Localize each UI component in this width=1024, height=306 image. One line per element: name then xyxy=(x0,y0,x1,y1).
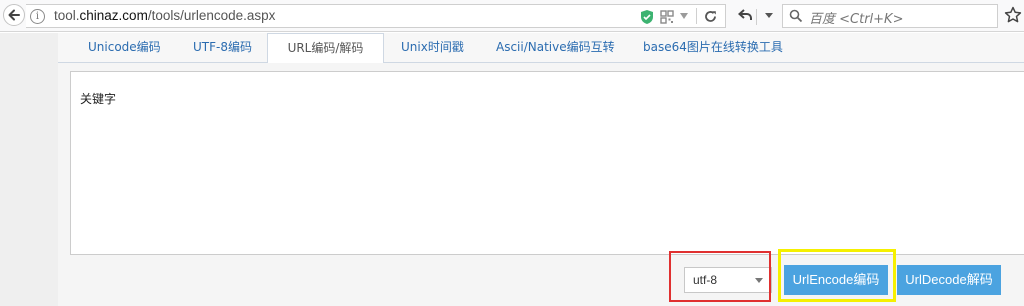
back-button[interactable] xyxy=(3,4,25,26)
tab-base64-image[interactable]: base64图片在线转换工具 xyxy=(643,33,783,63)
url-decode-button[interactable]: UrlDecode解码 xyxy=(897,265,1001,295)
input-textarea[interactable]: 关键字 xyxy=(70,71,1024,255)
url-path: /tools/urlencode.aspx xyxy=(147,8,276,23)
tab-url-encode[interactable]: URL编码/解码 xyxy=(267,33,384,64)
qr-code-icon[interactable] xyxy=(660,10,674,24)
tab-unix-timestamp[interactable]: Unix时间戳 xyxy=(401,33,464,63)
tab-utf8[interactable]: UTF-8编码 xyxy=(193,33,252,63)
reload-icon[interactable] xyxy=(703,9,718,24)
tool-tabs: Unicode编码 UTF-8编码 URL编码/解码 Unix时间戳 Ascii… xyxy=(58,33,1024,64)
info-icon[interactable]: i xyxy=(30,9,45,24)
input-text: 关键字 xyxy=(80,92,117,106)
undo-icon[interactable] xyxy=(738,8,754,22)
browser-toolbar: i tool.chinaz.com/tools/urlencode.aspx 百… xyxy=(0,0,1024,32)
highlight-box-encode xyxy=(778,249,896,302)
left-gutter xyxy=(0,33,58,306)
highlight-box-charset xyxy=(669,251,771,302)
search-placeholder: 百度 <Ctrl+K> xyxy=(809,12,904,27)
toolbar-divider xyxy=(756,9,757,25)
urlbar-divider xyxy=(696,8,697,24)
undo-dropdown-icon[interactable] xyxy=(765,13,773,18)
url-host: chinaz.com xyxy=(79,8,148,23)
back-arrow-icon xyxy=(8,9,20,21)
search-bar[interactable]: 百度 <Ctrl+K> xyxy=(782,4,998,28)
address-bar[interactable]: i tool.chinaz.com/tools/urlencode.aspx xyxy=(26,4,726,28)
star-icon[interactable] xyxy=(1004,6,1022,24)
url-prefix: tool. xyxy=(54,8,80,23)
search-icon xyxy=(789,9,803,23)
shield-icon[interactable] xyxy=(640,9,654,25)
url-text[interactable]: tool.chinaz.com/tools/urlencode.aspx xyxy=(54,8,275,23)
dropdown-icon[interactable] xyxy=(680,13,688,19)
tab-ascii-native[interactable]: Ascii/Native编码互转 xyxy=(496,33,615,63)
tab-unicode[interactable]: Unicode编码 xyxy=(88,33,161,63)
